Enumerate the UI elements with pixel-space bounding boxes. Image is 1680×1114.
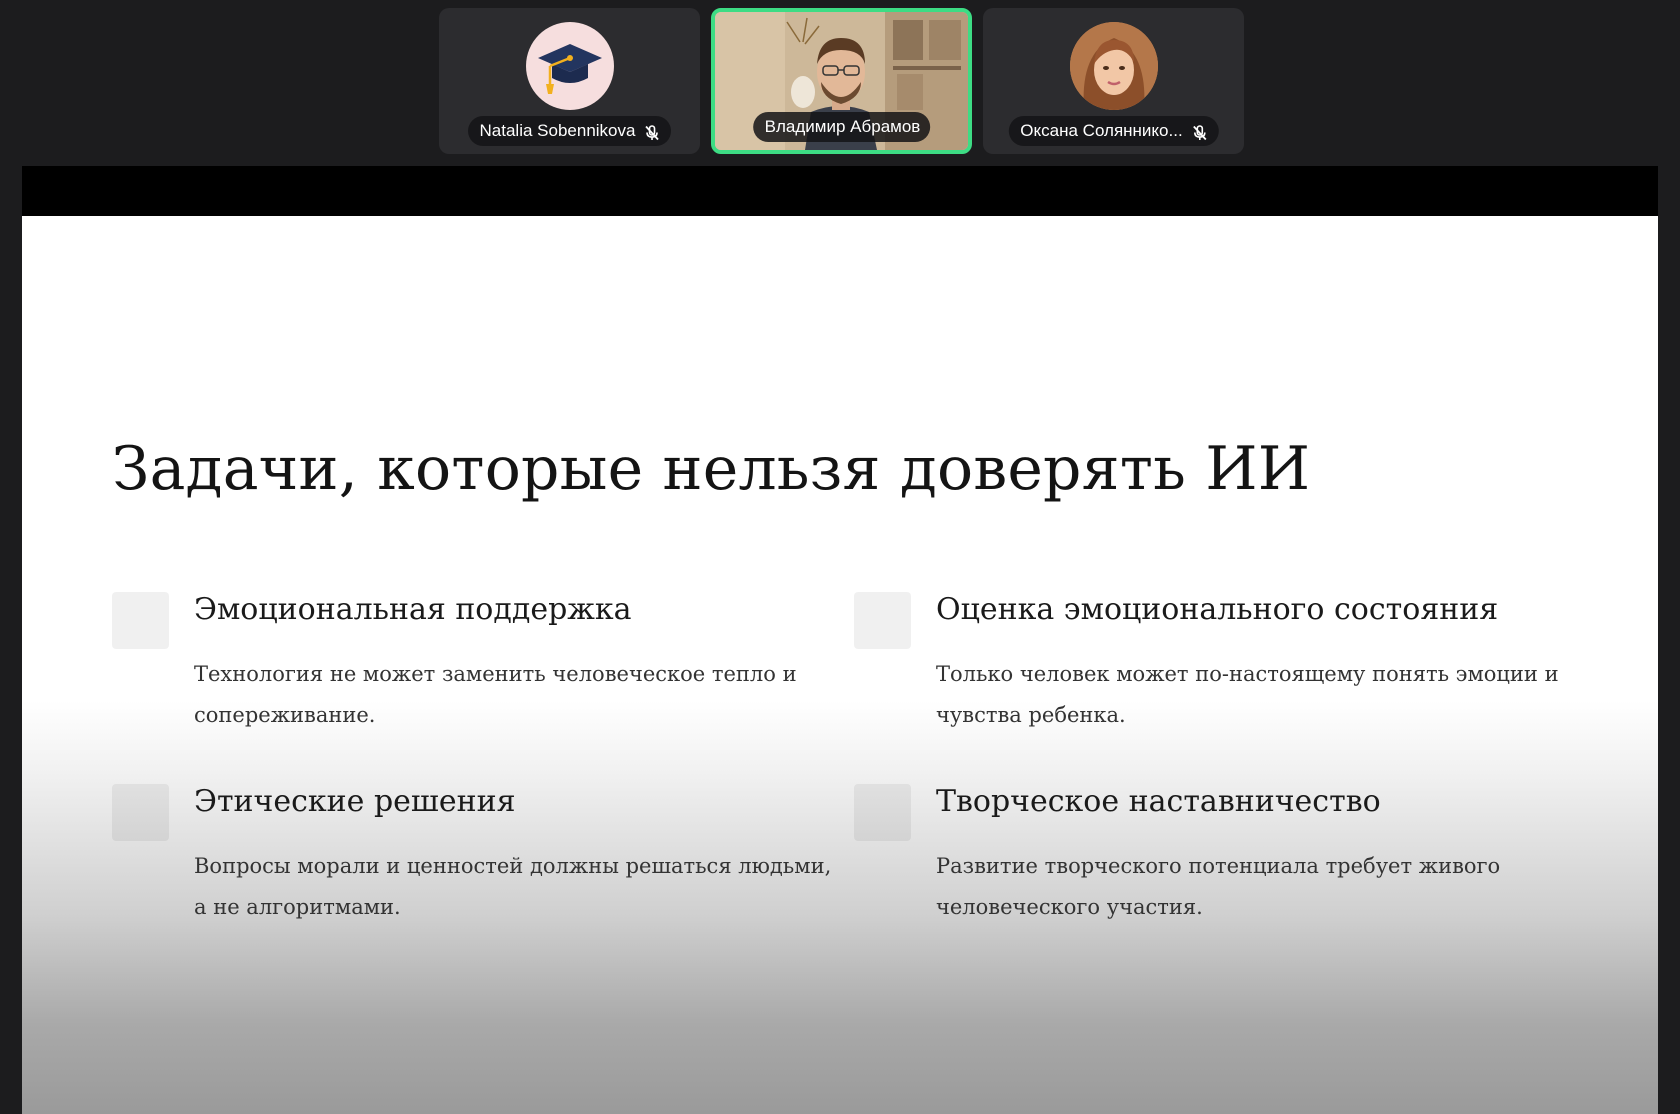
participants-strip: Natalia Sobennikova Владимир Абрамов Окс…: [0, 0, 1680, 166]
slide-title: Задачи, которые нельзя доверять ИИ: [112, 434, 1311, 504]
mic-muted-icon: [1191, 122, 1209, 141]
participant-name: Оксана Соляннико...: [1020, 121, 1183, 140]
participant-name: Natalia Sobennikova: [479, 121, 636, 140]
item-icon-placeholder: [112, 784, 169, 841]
woman-avatar: [1069, 22, 1158, 110]
participant-tile-vladimir[interactable]: Владимир Абрамов: [711, 8, 972, 154]
video-call-window: Natalia Sobennikova Владимир Абрамов Окс…: [0, 0, 1680, 1114]
item-icon-placeholder: [112, 592, 169, 649]
participant-name-pill: Владимир Абрамов: [752, 112, 931, 142]
participant-name-pill: Natalia Sobennikova: [467, 116, 672, 146]
item-icon-placeholder: [854, 592, 911, 649]
participant-tile-natalia[interactable]: Natalia Sobennikova: [439, 8, 700, 154]
item-icon-placeholder: [854, 784, 911, 841]
item-description: Вопросы морали и ценностей должны решать…: [194, 854, 832, 919]
participant-name-pill: Оксана Соляннико...: [1008, 116, 1219, 146]
item-description: Только человек может по-настоящему понят…: [936, 662, 1559, 727]
participant-name: Владимир Абрамов: [764, 117, 921, 136]
item-title: Эмоциональная поддержка: [194, 592, 632, 627]
item-title: Оценка эмоционального состояния: [936, 592, 1499, 627]
mic-muted-icon: [643, 122, 661, 141]
item-description: Технология не может заменить человеческо…: [194, 662, 797, 727]
item-title: Этические решения: [194, 784, 516, 819]
participant-tile-oksana[interactable]: Оксана Соляннико...: [983, 8, 1244, 154]
graduation-cap-icon: [525, 22, 614, 110]
presentation-slide: Задачи, которые нельзя доверять ИИ Эмоци…: [22, 216, 1658, 1114]
item-description: Развитие творческого потенциала требует …: [936, 854, 1501, 919]
item-title: Творческое наставничество: [936, 784, 1381, 819]
